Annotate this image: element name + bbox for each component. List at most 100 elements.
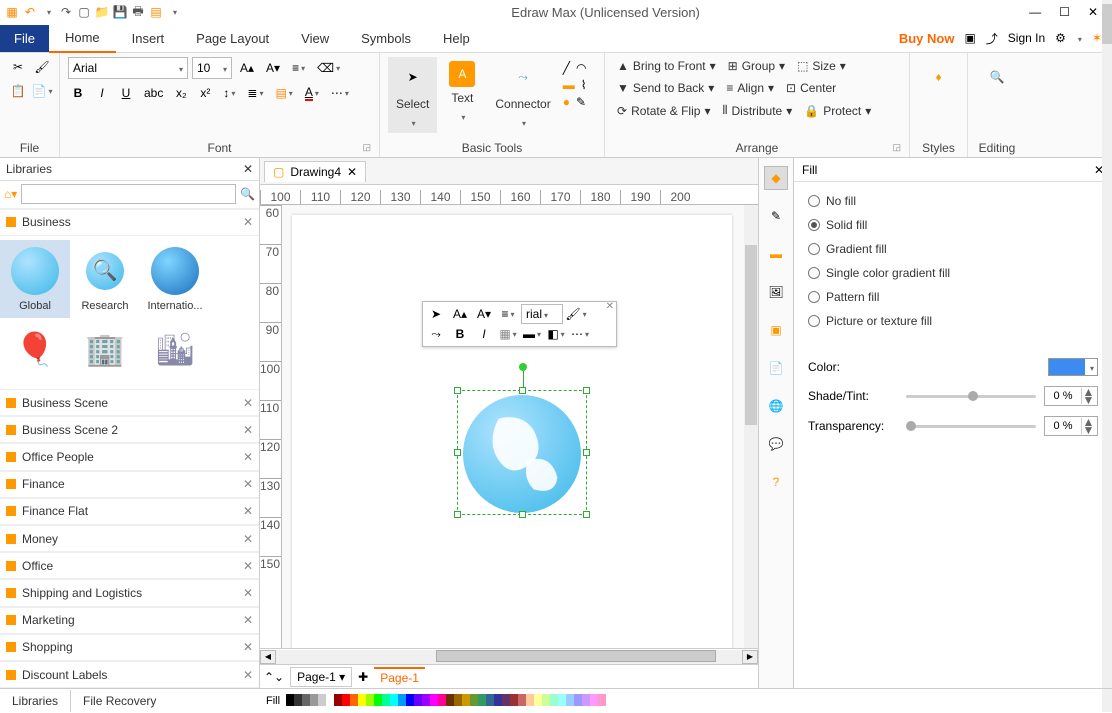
lib-cat-business[interactable]: Business✕: [0, 209, 259, 236]
tab-help[interactable]: Help: [427, 25, 486, 52]
fill-opt-gradient[interactable]: Gradient fill: [808, 242, 1098, 256]
qat-more[interactable]: [166, 4, 182, 20]
italic-icon[interactable]: I: [92, 83, 112, 103]
mini-line[interactable]: ▬: [521, 324, 543, 344]
group-btn[interactable]: ⊞ Group ▾: [724, 57, 789, 75]
send-back-btn[interactable]: ▼ Send to Back ▾: [613, 79, 718, 97]
shade-slider[interactable]: [906, 395, 1036, 398]
tab-symbols[interactable]: Symbols: [345, 25, 427, 52]
hscroll-right[interactable]: ▶: [742, 650, 758, 664]
shape-rect-icon[interactable]: ▬: [563, 78, 575, 92]
shrink-font-icon[interactable]: A▾: [262, 58, 284, 78]
align-dropdown[interactable]: ≡: [288, 58, 309, 78]
paste-icon[interactable]: 📋: [8, 81, 28, 101]
undo-dropdown[interactable]: [40, 4, 56, 20]
library-search-input[interactable]: [21, 184, 236, 204]
font-launcher[interactable]: ◲: [362, 142, 371, 153]
strip-page-icon[interactable]: 📄: [764, 356, 788, 380]
libraries-close-icon[interactable]: ✕: [243, 162, 253, 176]
mini-font-combo[interactable]: rial: [521, 304, 563, 324]
strip-line-icon[interactable]: ✎: [764, 204, 788, 228]
mini-close-icon[interactable]: ✕: [606, 301, 614, 312]
strip-fill-icon[interactable]: ◆: [764, 166, 788, 190]
strike-icon[interactable]: abc: [140, 83, 167, 103]
strip-help-icon[interactable]: ?: [764, 470, 788, 494]
shape-globe-instance[interactable]: [463, 395, 581, 513]
lib-cat-marketing[interactable]: Marketing✕: [0, 607, 259, 634]
shape-freeform-icon[interactable]: ⌇: [581, 78, 587, 92]
highlight-icon[interactable]: ▤: [271, 83, 296, 103]
lib-cat-office[interactable]: Office✕: [0, 552, 259, 579]
size-btn[interactable]: ⬚ Size ▾: [793, 57, 850, 75]
trans-slider[interactable]: [906, 425, 1036, 428]
align-btn[interactable]: ≡ Align ▾: [722, 79, 778, 97]
shape-arc-icon[interactable]: ◠: [576, 61, 586, 75]
arrange-launcher[interactable]: ◲: [892, 142, 901, 153]
distribute-btn[interactable]: ⫴ Distribute ▾: [718, 101, 796, 120]
tab-page-layout[interactable]: Page Layout: [180, 25, 285, 52]
font-family-combo[interactable]: Arial: [68, 57, 188, 79]
shape-ellipse-icon[interactable]: ●: [563, 95, 570, 109]
strip-shadow-icon[interactable]: ▬: [764, 242, 788, 266]
lib-cat-close[interactable]: ✕: [243, 215, 253, 229]
bottom-tab-file-recovery[interactable]: File Recovery: [71, 690, 168, 712]
styles-btn[interactable]: ♦: [918, 57, 959, 97]
shape-balloon[interactable]: 🎈: [0, 318, 70, 385]
strip-layers-icon[interactable]: ▣: [764, 318, 788, 342]
shape-pencil-icon[interactable]: ✎: [576, 95, 586, 109]
fill-opt-no[interactable]: No fill: [808, 194, 1098, 208]
mini-connector[interactable]: ⤳: [425, 324, 447, 344]
protect-btn[interactable]: 🔒 Protect ▾: [800, 102, 875, 120]
clear-format-icon[interactable]: ⌫: [313, 58, 344, 78]
brush-icon[interactable]: 🖌: [32, 57, 52, 77]
close-icon[interactable]: ✕: [1088, 5, 1098, 19]
minimize-icon[interactable]: —: [1029, 5, 1041, 19]
shape-global[interactable]: Global: [0, 240, 70, 319]
fill-opt-solid[interactable]: Solid fill: [808, 218, 1098, 232]
lib-cat-business-scene[interactable]: Business Scene✕: [0, 389, 259, 416]
mini-select-icon[interactable]: ➤: [425, 304, 447, 324]
mini-shadow[interactable]: ◧: [545, 324, 567, 344]
lib-cat-business-scene-2[interactable]: Business Scene 2✕: [0, 416, 259, 443]
file-menu[interactable]: File: [0, 25, 49, 52]
superscript-icon[interactable]: x²: [195, 83, 215, 103]
shape-line-icon[interactable]: ╱: [563, 61, 570, 75]
doc-tab-drawing4[interactable]: ▢Drawing4✕: [264, 161, 366, 182]
format-painter-icon[interactable]: ✂: [8, 57, 28, 77]
lib-cat-money[interactable]: Money✕: [0, 525, 259, 552]
lib-cat-finance[interactable]: Finance✕: [0, 471, 259, 498]
shape-building2[interactable]: 🏙: [140, 318, 210, 385]
center-btn[interactable]: ⊡ Center: [782, 79, 840, 97]
color-picker[interactable]: [1048, 358, 1098, 376]
gear-dropdown[interactable]: [1076, 31, 1082, 45]
shape-research[interactable]: 🔍Research: [70, 240, 140, 319]
fill-opt-pattern[interactable]: Pattern fill: [808, 290, 1098, 304]
page-tab-2[interactable]: Page-1: [374, 667, 425, 687]
tool-connector[interactable]: ⤳Connector: [487, 57, 558, 133]
rotate-btn[interactable]: ⟳ Rotate & Flip ▾: [613, 102, 714, 120]
line-spacing-icon[interactable]: ↕: [219, 83, 239, 103]
selection-box[interactable]: [457, 390, 587, 515]
open-icon[interactable]: 📁: [94, 4, 110, 20]
mini-fill[interactable]: ▦: [497, 324, 519, 344]
mini-bold[interactable]: B: [449, 324, 471, 344]
font-color-icon[interactable]: A: [301, 83, 323, 103]
page-tab-1[interactable]: Page-1 ▾: [290, 667, 352, 687]
strip-picture-icon[interactable]: 🖼: [764, 280, 788, 304]
lib-cat-finance-flat[interactable]: Finance Flat✕: [0, 498, 259, 525]
subscript-icon[interactable]: x₂: [171, 83, 191, 103]
tool-select[interactable]: ➤Select: [388, 57, 437, 133]
trans-spinner[interactable]: ▲▼: [1044, 416, 1098, 436]
sign-in-link[interactable]: Sign In: [1008, 31, 1045, 45]
doc-tab-close-icon[interactable]: ✕: [347, 165, 357, 179]
tab-home[interactable]: Home: [49, 24, 116, 53]
copy-dropdown[interactable]: 📄: [32, 81, 52, 101]
new-icon[interactable]: ▢: [76, 4, 92, 20]
bold-icon[interactable]: B: [68, 83, 88, 103]
bullets-icon[interactable]: ≣: [243, 83, 267, 103]
rotate-handle[interactable]: [519, 363, 527, 371]
mini-shrink-font[interactable]: A▾: [473, 304, 495, 324]
bring-front-btn[interactable]: ▲ Bring to Front ▾: [613, 57, 720, 75]
buy-now-link[interactable]: Buy Now: [899, 31, 955, 46]
mini-italic[interactable]: I: [473, 324, 495, 344]
